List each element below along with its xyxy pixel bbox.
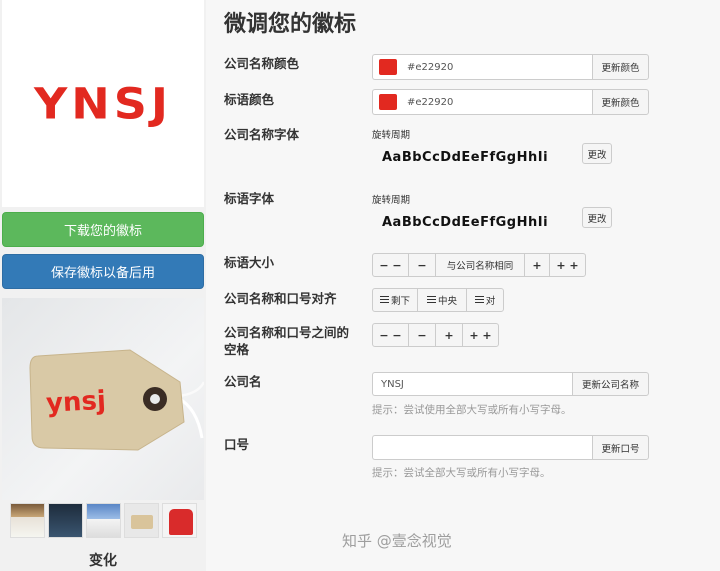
company-name-label: 公司名	[224, 374, 262, 389]
company-color-label: 公司名称颜色	[224, 56, 300, 71]
align-center-label: 中央	[437, 296, 457, 307]
company-font-name: 旋转周期	[372, 130, 411, 141]
tag-logo-text: ynsj	[45, 386, 106, 419]
page-title: 微调您的徽标	[224, 12, 357, 37]
update-company-name-button[interactable]: 更新公司名称	[572, 372, 649, 396]
slogan-font-label: 标语字体	[224, 191, 275, 206]
change-slogan-font-button[interactable]: 更改	[582, 207, 612, 228]
variation-thumbnail-building[interactable]	[86, 503, 121, 538]
company-font-label: 公司名称字体	[224, 127, 300, 142]
slogan-color-field: #e22920 更新颜色	[372, 89, 649, 115]
slogan-input[interactable]	[372, 435, 592, 460]
alignment-buttons: 剩下 中央 对	[372, 288, 504, 312]
update-company-color-button[interactable]: 更新颜色	[592, 54, 649, 80]
variation-thumbnail-storefront[interactable]	[48, 503, 83, 538]
editor-panel: 微调您的徽标 公司名称颜色 #e22920 更新颜色 标语颜色 #e22920 …	[206, 0, 720, 571]
variation-thumbnail-office[interactable]	[10, 503, 45, 538]
align-right-icon	[474, 295, 484, 305]
spacing-less-button[interactable]: −	[408, 323, 436, 347]
slogan-size-much-smaller-button[interactable]: − −	[372, 253, 409, 277]
slogan-hint: 提示：尝试全部大写或所有小写字母。	[372, 467, 551, 479]
slogan-size-buttons: − − − 与公司名称相同 + + +	[372, 253, 586, 277]
slogan-font-block: 旋转周期 AaBbCcDdEeFfGgHhIi	[372, 192, 548, 230]
tag-mockup-image: ynsj	[29, 349, 204, 451]
spacing-label: 公司名称和口号之间的 空格	[224, 324, 349, 358]
slogan-size-label: 标语大小	[224, 255, 275, 270]
tag-mockup-preview: ynsj	[2, 298, 204, 500]
logo-preview-text: YNSJ	[33, 78, 173, 129]
align-left-button[interactable]: 剩下	[372, 288, 418, 312]
spacing-buttons: − − − + + +	[372, 323, 499, 347]
align-right-label: 对	[485, 296, 496, 307]
variation-thumbnail-tshirt[interactable]	[162, 503, 197, 538]
company-font-block: 旋转周期 AaBbCcDdEeFfGgHhIi	[372, 127, 548, 165]
variation-thumbnails	[10, 503, 200, 539]
company-name-field: YNSJ 更新公司名称	[372, 372, 649, 396]
spacing-label-line1: 公司名称和口号之间的	[224, 325, 350, 340]
variation-label: 变化	[89, 553, 117, 569]
spacing-much-more-button[interactable]: + +	[462, 323, 499, 347]
spacing-more-button[interactable]: +	[435, 323, 463, 347]
update-slogan-button[interactable]: 更新口号	[592, 435, 649, 460]
company-font-sample: AaBbCcDdEeFfGgHhIi	[382, 150, 549, 165]
slogan-size-smaller-button[interactable]: −	[408, 253, 436, 277]
slogan-size-same-as-company-button[interactable]: 与公司名称相同	[435, 253, 525, 277]
align-left-icon	[379, 295, 389, 305]
align-center-button[interactable]: 中央	[417, 288, 467, 312]
alignment-label: 公司名称和口号对齐	[224, 291, 337, 306]
slogan-size-larger-button[interactable]: +	[524, 253, 550, 277]
align-center-icon	[426, 295, 436, 305]
preview-column: YNSJ 下载您的徽标 保存徽标以备后用 ynsj 变化	[0, 0, 206, 571]
company-color-swatch[interactable]	[379, 59, 397, 75]
slogan-size-much-larger-button[interactable]: + +	[549, 253, 586, 277]
slogan-color-input[interactable]: #e22920	[372, 89, 592, 115]
slogan-label: 口号	[224, 437, 250, 452]
company-color-field: #e22920 更新颜色	[372, 54, 649, 80]
company-name-input[interactable]: YNSJ	[372, 372, 572, 396]
save-logo-button[interactable]: 保存徽标以备后用	[2, 254, 204, 289]
align-left-label: 剩下	[390, 296, 410, 307]
download-logo-button[interactable]: 下载您的徽标	[2, 212, 204, 247]
slogan-color-label: 标语颜色	[224, 92, 275, 107]
align-right-button[interactable]: 对	[466, 288, 504, 312]
spacing-label-line2: 空格	[224, 342, 250, 357]
company-name-hint: 提示：尝试使用全部大写或所有小写字母。	[372, 404, 572, 416]
variation-thumbnail-tag[interactable]	[124, 503, 159, 538]
company-color-value: #e22920	[407, 61, 454, 73]
slogan-color-value: #e22920	[407, 96, 454, 108]
logo-preview: YNSJ	[2, 0, 204, 207]
slogan-font-sample: AaBbCcDdEeFfGgHhIi	[382, 215, 549, 230]
slogan-field: 更新口号	[372, 435, 649, 460]
update-slogan-color-button[interactable]: 更新颜色	[592, 89, 649, 115]
change-company-font-button[interactable]: 更改	[582, 143, 612, 164]
spacing-much-less-button[interactable]: − −	[372, 323, 409, 347]
logo-editor-page: YNSJ 下载您的徽标 保存徽标以备后用 ynsj 变化 微调您的徽标 公司名称…	[0, 0, 720, 571]
watermark: 知乎 @壹念视觉	[342, 532, 452, 550]
slogan-color-swatch[interactable]	[379, 94, 397, 110]
slogan-font-name: 旋转周期	[372, 195, 411, 206]
company-color-input[interactable]: #e22920	[372, 54, 592, 80]
